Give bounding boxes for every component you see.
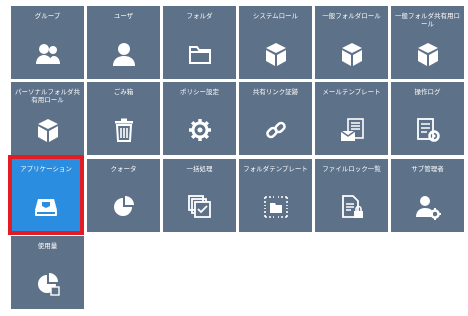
cube-icon bbox=[262, 40, 290, 68]
tile-file-lock[interactable]: ファイルロック一覧 bbox=[315, 159, 388, 232]
trash-icon bbox=[110, 116, 138, 144]
tile-quota[interactable]: クォータ bbox=[87, 159, 160, 232]
tile-group[interactable]: グループ bbox=[11, 6, 84, 79]
tile-operation-log[interactable]: 操作ログ bbox=[391, 82, 464, 155]
folder-icon bbox=[186, 40, 214, 68]
tile-label: クォータ bbox=[110, 165, 137, 173]
tile-bulk-process[interactable]: 一括処理 bbox=[163, 159, 236, 232]
batch-icon bbox=[186, 193, 214, 221]
tile-label: 一般フォルダロール bbox=[322, 12, 381, 20]
tile-label: ユーザ bbox=[113, 12, 134, 20]
usage-pie-icon bbox=[34, 270, 62, 298]
tile-label: 操作ログ bbox=[414, 88, 441, 96]
tile-trash[interactable]: ごみ箱 bbox=[87, 82, 160, 155]
user-gear-icon bbox=[414, 193, 442, 221]
tile-folder-template[interactable]: フォルダテンプレート bbox=[239, 159, 312, 232]
tile-usage[interactable]: 使用量 bbox=[11, 236, 84, 309]
pie-icon bbox=[110, 193, 138, 221]
tile-label: 使用量 bbox=[37, 242, 58, 250]
tile-label: 一括処理 bbox=[186, 165, 213, 173]
tile-share-link-audit[interactable]: 共有リンク証跡 bbox=[239, 82, 312, 155]
log-icon bbox=[414, 116, 442, 144]
tile-folder[interactable]: フォルダ bbox=[163, 6, 236, 79]
tile-label: ポリシー設定 bbox=[180, 88, 219, 96]
tile-sub-admin[interactable]: サブ管理者 bbox=[391, 159, 464, 232]
tile-label: グループ bbox=[34, 12, 61, 20]
tile-label: 共有リンク証跡 bbox=[252, 88, 299, 96]
file-lock-icon bbox=[338, 193, 366, 221]
cube-icon bbox=[34, 116, 62, 144]
tile-label: ごみ箱 bbox=[113, 88, 134, 96]
mail-template-icon bbox=[338, 116, 366, 144]
tile-system-role[interactable]: システムロール bbox=[239, 6, 312, 79]
tile-general-shared-folder-role[interactable]: 一般フォルダ共有用ロール bbox=[391, 6, 464, 79]
cube-icon bbox=[338, 40, 366, 68]
gear-icon bbox=[186, 116, 214, 144]
user-icon bbox=[110, 40, 138, 68]
tile-label: フォルダテンプレート bbox=[243, 165, 308, 173]
tile-mail-template[interactable]: メールテンプレート bbox=[315, 82, 388, 155]
tile-label: フォルダ bbox=[186, 12, 213, 20]
users-icon bbox=[34, 40, 62, 68]
tile-general-folder-role[interactable]: 一般フォルダロール bbox=[315, 6, 388, 79]
link-icon bbox=[262, 116, 290, 144]
cube-icon bbox=[414, 40, 442, 68]
tile-label: システムロール bbox=[252, 12, 299, 20]
tile-label: アプリケーション bbox=[20, 165, 72, 173]
tile-label: サブ管理者 bbox=[411, 165, 444, 173]
tile-label: パーソナルフォルダ共有用ロール bbox=[15, 88, 80, 104]
tile-label: メールテンプレート bbox=[322, 88, 381, 96]
tile-personal-folder-role[interactable]: パーソナルフォルダ共有用ロール bbox=[11, 82, 84, 155]
tile-policy[interactable]: ポリシー設定 bbox=[163, 82, 236, 155]
tile-user[interactable]: ユーザ bbox=[87, 6, 160, 79]
tile-label: 一般フォルダ共有用ロール bbox=[395, 12, 460, 28]
tile-application[interactable]: アプリケーション bbox=[12, 159, 80, 231]
tile-label: ファイルロック一覧 bbox=[322, 165, 381, 173]
folder-template-icon bbox=[262, 193, 290, 221]
drive-icon bbox=[32, 193, 60, 221]
